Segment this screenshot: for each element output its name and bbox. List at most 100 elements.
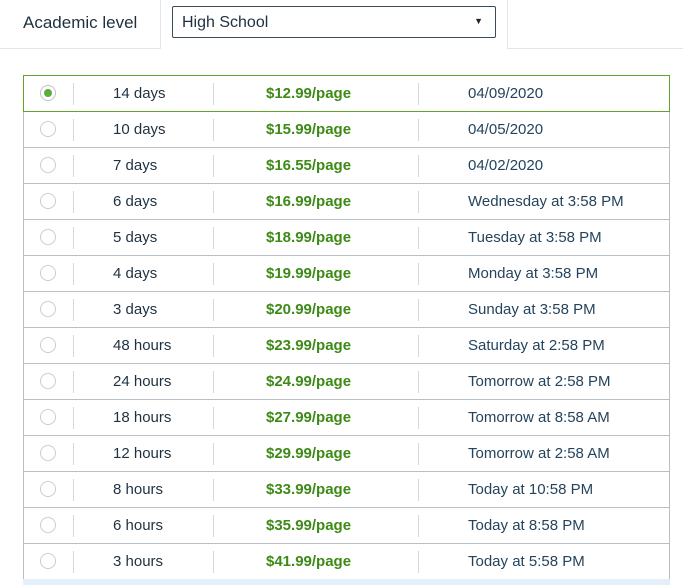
deadline-option-row[interactable]: 3 days $20.99/page Sunday at 3:58 PM: [23, 292, 670, 328]
radio-button[interactable]: [40, 481, 56, 497]
radio-button[interactable]: [40, 121, 56, 137]
deadline-label: 12 hours: [113, 445, 172, 462]
column-divider: [418, 551, 419, 573]
header-underline: [508, 48, 683, 49]
deadline-option-row[interactable]: 4 days $19.99/page Monday at 3:58 PM: [23, 256, 670, 292]
deadline-option-row[interactable]: 8 hours $33.99/page Today at 10:58 PM: [23, 472, 670, 508]
column-divider: [213, 371, 214, 393]
radio-button[interactable]: [40, 409, 56, 425]
column-divider: [73, 515, 74, 537]
radio-button[interactable]: [40, 85, 56, 101]
due-date-label: Tomorrow at 2:58 PM: [468, 373, 611, 390]
price-label: $27.99/page: [266, 409, 352, 426]
deadline-option-row[interactable]: 10 days $15.99/page 04/05/2020: [23, 112, 670, 148]
column-divider: [418, 119, 419, 141]
radio-button[interactable]: [40, 301, 56, 317]
column-divider: [73, 479, 74, 501]
due-date-label: 04/05/2020: [468, 121, 544, 138]
header-divider: [160, 0, 161, 49]
deadline-label: 48 hours: [113, 337, 172, 354]
column-divider: [73, 227, 74, 249]
due-date-label: Today at 10:58 PM: [468, 481, 594, 498]
column-divider: [418, 515, 419, 537]
radio-button[interactable]: [40, 193, 56, 209]
deadline-label: 8 hours: [113, 481, 164, 498]
deadline-option-row[interactable]: 18 hours $27.99/page Tomorrow at 8:58 AM: [23, 400, 670, 436]
academic-level-bar: Academic level High School ▼: [0, 0, 695, 49]
column-divider: [73, 155, 74, 177]
price-label: $18.99/page: [266, 229, 352, 246]
radio-button[interactable]: [40, 553, 56, 569]
deadline-option-row[interactable]: 12 hours $29.99/page Tomorrow at 2:58 AM: [23, 436, 670, 472]
due-date-label: 04/02/2020: [468, 157, 544, 174]
header-underline: [0, 48, 160, 49]
column-divider: [418, 479, 419, 501]
radio-button[interactable]: [40, 229, 56, 245]
next-row-partial: [23, 579, 670, 585]
deadline-label: 18 hours: [113, 409, 172, 426]
column-divider: [418, 335, 419, 357]
academic-level-label: Academic level: [23, 13, 138, 32]
column-divider: [73, 551, 74, 573]
column-divider: [73, 119, 74, 141]
deadline-option-row[interactable]: 6 days $16.99/page Wednesday at 3:58 PM: [23, 184, 670, 220]
column-divider: [213, 443, 214, 465]
price-label: $16.55/page: [266, 157, 352, 174]
column-divider: [213, 155, 214, 177]
deadline-label: 5 days: [113, 229, 158, 246]
price-label: $20.99/page: [266, 301, 352, 318]
due-date-label: Today at 8:58 PM: [468, 517, 585, 534]
column-divider: [418, 263, 419, 285]
deadline-option-row[interactable]: 7 days $16.55/page 04/02/2020: [23, 148, 670, 184]
deadline-option-row[interactable]: 5 days $18.99/page Tuesday at 3:58 PM: [23, 220, 670, 256]
price-label: $24.99/page: [266, 373, 352, 390]
column-divider: [213, 407, 214, 429]
price-label: $35.99/page: [266, 517, 352, 534]
column-divider: [418, 371, 419, 393]
radio-button[interactable]: [40, 517, 56, 533]
deadline-label: 24 hours: [113, 373, 172, 390]
radio-button[interactable]: [40, 157, 56, 173]
deadline-option-row[interactable]: 3 hours $41.99/page Today at 5:58 PM: [23, 544, 670, 580]
price-label: $15.99/page: [266, 121, 352, 138]
column-divider: [73, 407, 74, 429]
column-divider: [213, 119, 214, 141]
due-date-label: Today at 5:58 PM: [468, 553, 585, 570]
due-date-label: Tomorrow at 2:58 AM: [468, 445, 610, 462]
radio-button[interactable]: [40, 445, 56, 461]
column-divider: [73, 191, 74, 213]
column-divider: [418, 227, 419, 249]
deadline-option-row[interactable]: 14 days $12.99/page 04/09/2020: [23, 75, 670, 112]
price-label: $23.99/page: [266, 337, 352, 354]
deadline-option-row[interactable]: 24 hours $24.99/page Tomorrow at 2:58 PM: [23, 364, 670, 400]
column-divider: [73, 299, 74, 321]
due-date-label: Saturday at 2:58 PM: [468, 337, 605, 354]
price-label: $33.99/page: [266, 481, 352, 498]
deadline-label: 14 days: [113, 85, 166, 102]
deadline-option-row[interactable]: 48 hours $23.99/page Saturday at 2:58 PM: [23, 328, 670, 364]
academic-level-value: High School: [182, 14, 269, 31]
price-label: $41.99/page: [266, 553, 352, 570]
due-date-label: Monday at 3:58 PM: [468, 265, 599, 282]
deadline-label: 6 hours: [113, 517, 164, 534]
due-date-label: Sunday at 3:58 PM: [468, 301, 596, 318]
column-divider: [418, 83, 419, 105]
radio-button[interactable]: [40, 265, 56, 281]
column-divider: [213, 299, 214, 321]
deadline-label: 3 days: [113, 301, 158, 318]
column-divider: [213, 227, 214, 249]
due-date-label: Wednesday at 3:58 PM: [468, 193, 624, 210]
academic-level-select[interactable]: High School ▼: [172, 6, 496, 38]
column-divider: [213, 83, 214, 105]
column-divider: [418, 155, 419, 177]
column-divider: [73, 335, 74, 357]
column-divider: [213, 551, 214, 573]
deadline-price-table: 14 days $12.99/page 04/09/2020 10 days $15.9…: [23, 75, 670, 580]
column-divider: [73, 83, 74, 105]
radio-button[interactable]: [40, 373, 56, 389]
deadline-option-row[interactable]: 6 hours $35.99/page Today at 8:58 PM: [23, 508, 670, 544]
dropdown-caret-icon: ▼: [474, 16, 483, 26]
radio-button[interactable]: [40, 337, 56, 353]
column-divider: [418, 299, 419, 321]
column-divider: [418, 443, 419, 465]
